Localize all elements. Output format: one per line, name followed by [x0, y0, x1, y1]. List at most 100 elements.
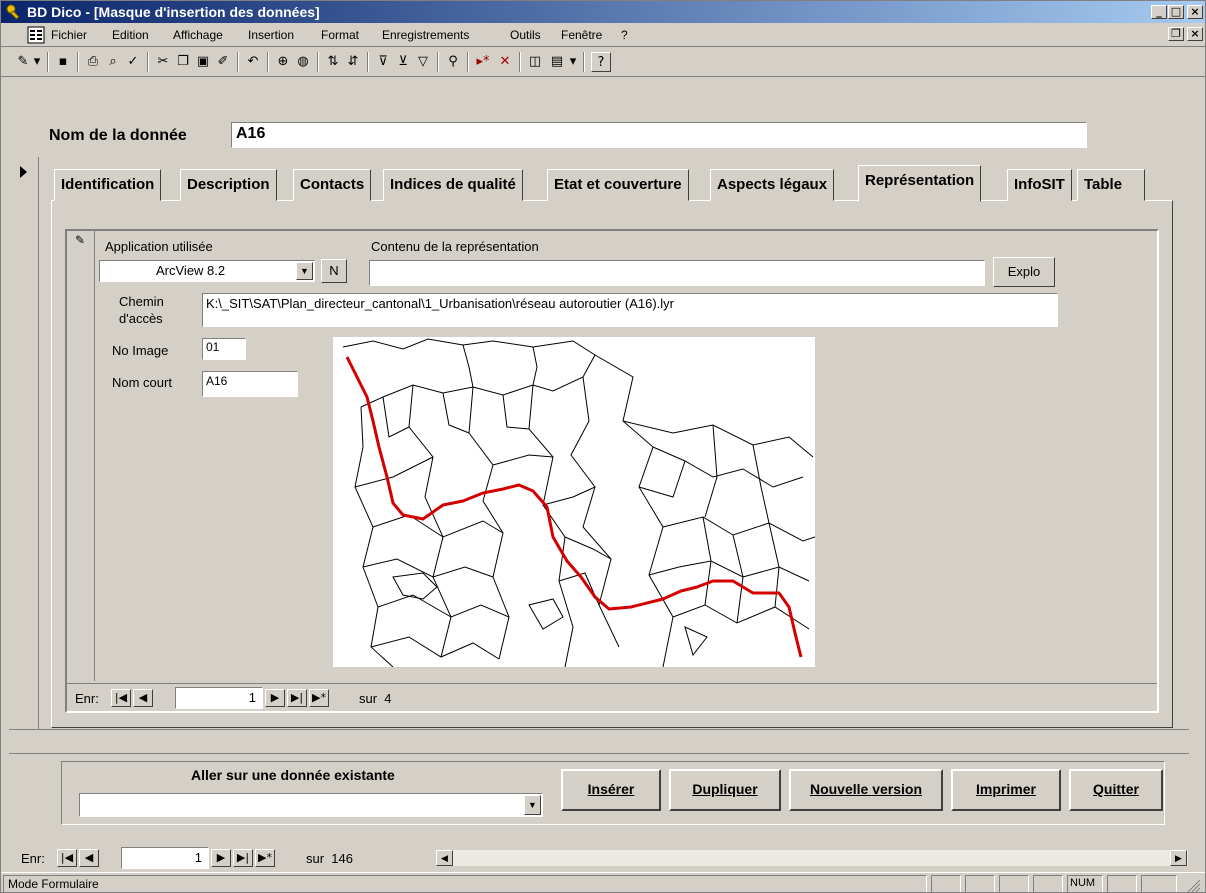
- menu-fichier[interactable]: Fichier: [51, 28, 87, 42]
- subform-record-field[interactable]: 1: [175, 687, 263, 709]
- filter-by-selection-icon[interactable]: ⊽: [373, 52, 393, 72]
- new-object-icon[interactable]: ▤: [547, 52, 567, 72]
- new-record-nav-icon[interactable]: ▶*: [255, 849, 275, 867]
- quitter-button[interactable]: Quitter: [1069, 769, 1163, 811]
- noimage-field[interactable]: 01: [202, 338, 246, 360]
- insert-hyperlink-icon[interactable]: ⊕: [273, 52, 293, 72]
- menu-enregistrements[interactable]: Enregistrements: [382, 28, 469, 42]
- record-selector[interactable]: [9, 157, 39, 729]
- toolbar-separator: [519, 52, 521, 72]
- minimize-button[interactable]: _: [1151, 5, 1167, 19]
- tab-aspects-legaux[interactable]: Aspects légaux: [710, 169, 835, 201]
- find-icon[interactable]: ⚲: [443, 52, 463, 72]
- tab-representation[interactable]: Représentation: [858, 165, 982, 202]
- subform-record-selector[interactable]: [67, 231, 95, 681]
- scroll-right-icon[interactable]: ▶: [1170, 850, 1187, 866]
- copy-icon[interactable]: ❐: [173, 52, 193, 72]
- next-record-icon[interactable]: ▶: [211, 849, 231, 867]
- tab-description[interactable]: Description: [180, 169, 277, 201]
- restore-child-button[interactable]: ❐: [1168, 27, 1184, 41]
- undo-icon[interactable]: ↶: [243, 52, 263, 72]
- new-record-icon[interactable]: ▸*: [473, 52, 493, 72]
- delete-record-icon[interactable]: ✕: [495, 52, 515, 72]
- last-record-icon[interactable]: ▶|: [233, 849, 253, 867]
- nomcourt-field[interactable]: A16: [202, 371, 298, 397]
- help-icon[interactable]: ?: [591, 52, 611, 72]
- filter-by-form-icon[interactable]: ⊻: [393, 52, 413, 72]
- form-icon[interactable]: [27, 26, 45, 44]
- status-panel: [1107, 875, 1137, 892]
- menu-help[interactable]: ?: [621, 28, 628, 42]
- application-window: BD Dico - [Masque d'insertion des donnée…: [0, 0, 1206, 893]
- new-record-nav-icon[interactable]: ▶*: [309, 689, 329, 707]
- spelling-icon[interactable]: ✓: [123, 52, 143, 72]
- close-child-button[interactable]: ×: [1187, 27, 1203, 41]
- window-title: BD Dico - [Masque d'insertion des donnée…: [27, 4, 320, 20]
- scroll-left-icon[interactable]: ◀: [436, 850, 453, 866]
- route-a16-line: [345, 356, 803, 658]
- first-record-icon[interactable]: |◀: [111, 689, 131, 707]
- last-record-icon[interactable]: ▶|: [287, 689, 307, 707]
- n-button[interactable]: N: [321, 259, 347, 283]
- menu-affichage[interactable]: Affichage: [173, 28, 223, 42]
- horizontal-scrollbar[interactable]: ◀ ▶: [435, 849, 1189, 867]
- main-nav-label: Enr:: [21, 851, 45, 866]
- menu-insertion[interactable]: Insertion: [248, 28, 294, 42]
- previous-record-icon[interactable]: ◀: [133, 689, 153, 707]
- menu-format[interactable]: Format: [321, 28, 359, 42]
- resize-grip-icon[interactable]: [1185, 877, 1201, 892]
- paste-icon[interactable]: ▣: [193, 52, 213, 72]
- toolbar: ✎ ▾ ▪ ⎙ ⌕ ✓ ✂ ❐ ▣ ✐ ↶ ⊕ ◍ ⇅ ⇵ ⊽ ⊻ ▽ ⚲ ▸*…: [1, 47, 1205, 77]
- maximize-button[interactable]: □: [1168, 5, 1184, 19]
- chevron-down-icon[interactable]: ▼: [524, 795, 541, 815]
- contenu-field[interactable]: [369, 260, 985, 286]
- format-painter-icon[interactable]: ✐: [213, 52, 233, 72]
- application-value: ArcView 8.2: [156, 263, 226, 278]
- tab-infosit[interactable]: InfoSIT: [1007, 169, 1072, 201]
- toolbar-separator: [317, 52, 319, 72]
- close-button[interactable]: ×: [1187, 5, 1203, 19]
- application-select[interactable]: ArcView 8.2 ▼: [99, 260, 315, 282]
- chevron-down-icon[interactable]: ▼: [296, 262, 313, 280]
- web-toolbar-icon[interactable]: ◍: [293, 52, 313, 72]
- previous-record-icon[interactable]: ◀: [79, 849, 99, 867]
- status-panel: [931, 875, 961, 892]
- toolbar-separator: [367, 52, 369, 72]
- dupliquer-button[interactable]: Dupliquer: [669, 769, 781, 811]
- first-record-icon[interactable]: |◀: [57, 849, 77, 867]
- chemin-field[interactable]: K:\_SIT\SAT\Plan_directeur_cantonal\1_Ur…: [202, 293, 1058, 327]
- apply-filter-icon[interactable]: ▽: [413, 52, 433, 72]
- print-preview-icon[interactable]: ⌕: [103, 52, 123, 72]
- design-view-icon[interactable]: ✎: [13, 52, 33, 72]
- status-num-panel: NUM: [1067, 875, 1103, 892]
- menu-edition[interactable]: Edition: [112, 28, 149, 42]
- menu-outils[interactable]: Outils: [510, 28, 541, 42]
- next-record-icon[interactable]: ▶: [265, 689, 285, 707]
- toolbar-separator: [47, 52, 49, 72]
- save-icon[interactable]: ▪: [53, 52, 73, 72]
- nouvelle-version-button[interactable]: Nouvelle version: [789, 769, 943, 811]
- menu-fenetre[interactable]: Fenêtre: [561, 28, 602, 42]
- tab-etat-couverture[interactable]: Etat et couverture: [547, 169, 689, 201]
- nom-field[interactable]: A16: [231, 122, 1087, 148]
- tab-table[interactable]: Table: [1077, 169, 1145, 201]
- sort-ascending-icon[interactable]: ⇅: [323, 52, 343, 72]
- main-record-field[interactable]: 1: [121, 847, 209, 869]
- sort-descending-icon[interactable]: ⇵: [343, 52, 363, 72]
- goto-select[interactable]: ▼: [79, 793, 543, 817]
- dropdown-icon[interactable]: ▾: [31, 52, 43, 72]
- cut-icon[interactable]: ✂: [153, 52, 173, 72]
- status-panel: [1141, 875, 1177, 892]
- imprimer-button[interactable]: Imprimer: [951, 769, 1061, 811]
- explo-button[interactable]: Explo: [993, 257, 1055, 287]
- database-window-icon[interactable]: ◫: [525, 52, 545, 72]
- tab-identification[interactable]: Identification: [54, 169, 162, 201]
- dropdown-icon[interactable]: ▾: [567, 52, 579, 72]
- tab-indices-qualite[interactable]: Indices de qualité: [383, 169, 523, 201]
- noimage-label: No Image: [112, 343, 169, 358]
- toolbar-separator: [147, 52, 149, 72]
- inserer-button[interactable]: Insérer: [561, 769, 661, 811]
- print-icon[interactable]: ⎙: [83, 52, 103, 72]
- main-record-value: 1: [194, 850, 202, 865]
- tab-contacts[interactable]: Contacts: [293, 169, 372, 201]
